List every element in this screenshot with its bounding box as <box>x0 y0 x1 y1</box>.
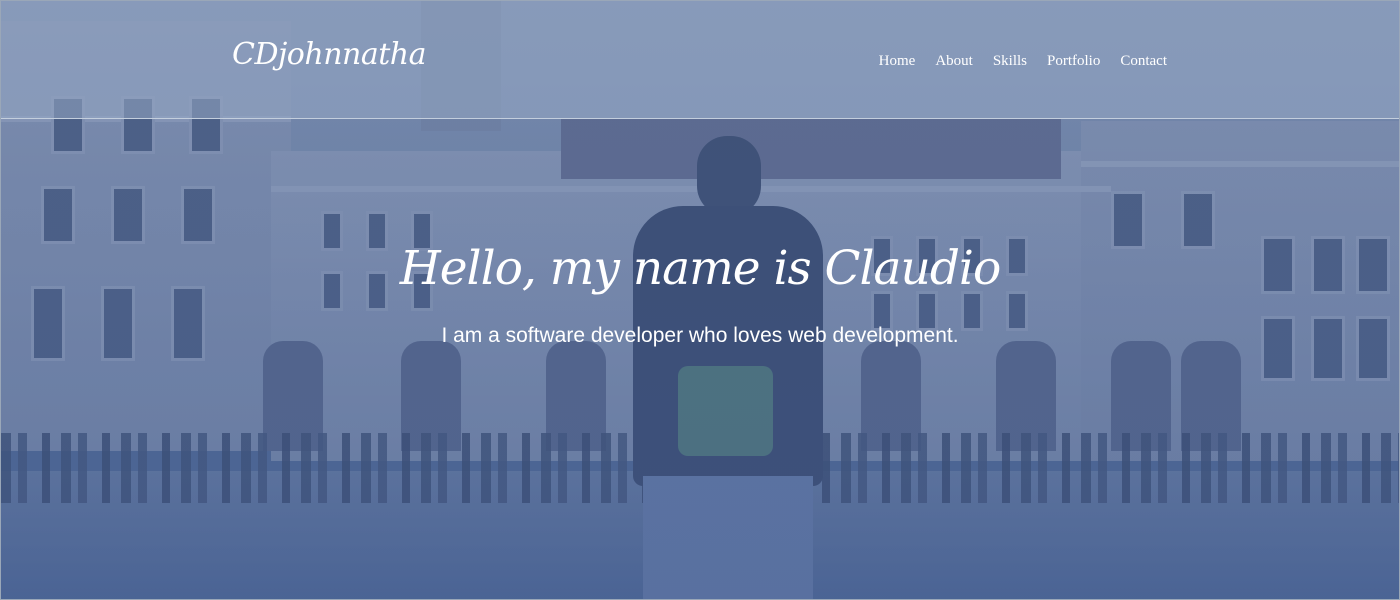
nav-item-about[interactable]: About <box>935 53 973 70</box>
nav-item-home[interactable]: Home <box>879 53 916 70</box>
nav-item-skills[interactable]: Skills <box>993 53 1027 70</box>
main-nav: Home About Skills Portfolio Contact <box>879 53 1167 70</box>
nav-item-contact[interactable]: Contact <box>1120 53 1167 70</box>
hero-title: Hello, my name is Claudio <box>399 241 1002 296</box>
page: CDjohnnatha Home About Skills Portfolio … <box>0 0 1400 600</box>
site-header: CDjohnnatha Home About Skills Portfolio … <box>1 1 1399 119</box>
nav-item-portfolio[interactable]: Portfolio <box>1047 53 1100 70</box>
brand-logo[interactable]: CDjohnnatha <box>232 37 426 72</box>
hero-subtitle: I am a software developer who loves web … <box>441 324 959 347</box>
